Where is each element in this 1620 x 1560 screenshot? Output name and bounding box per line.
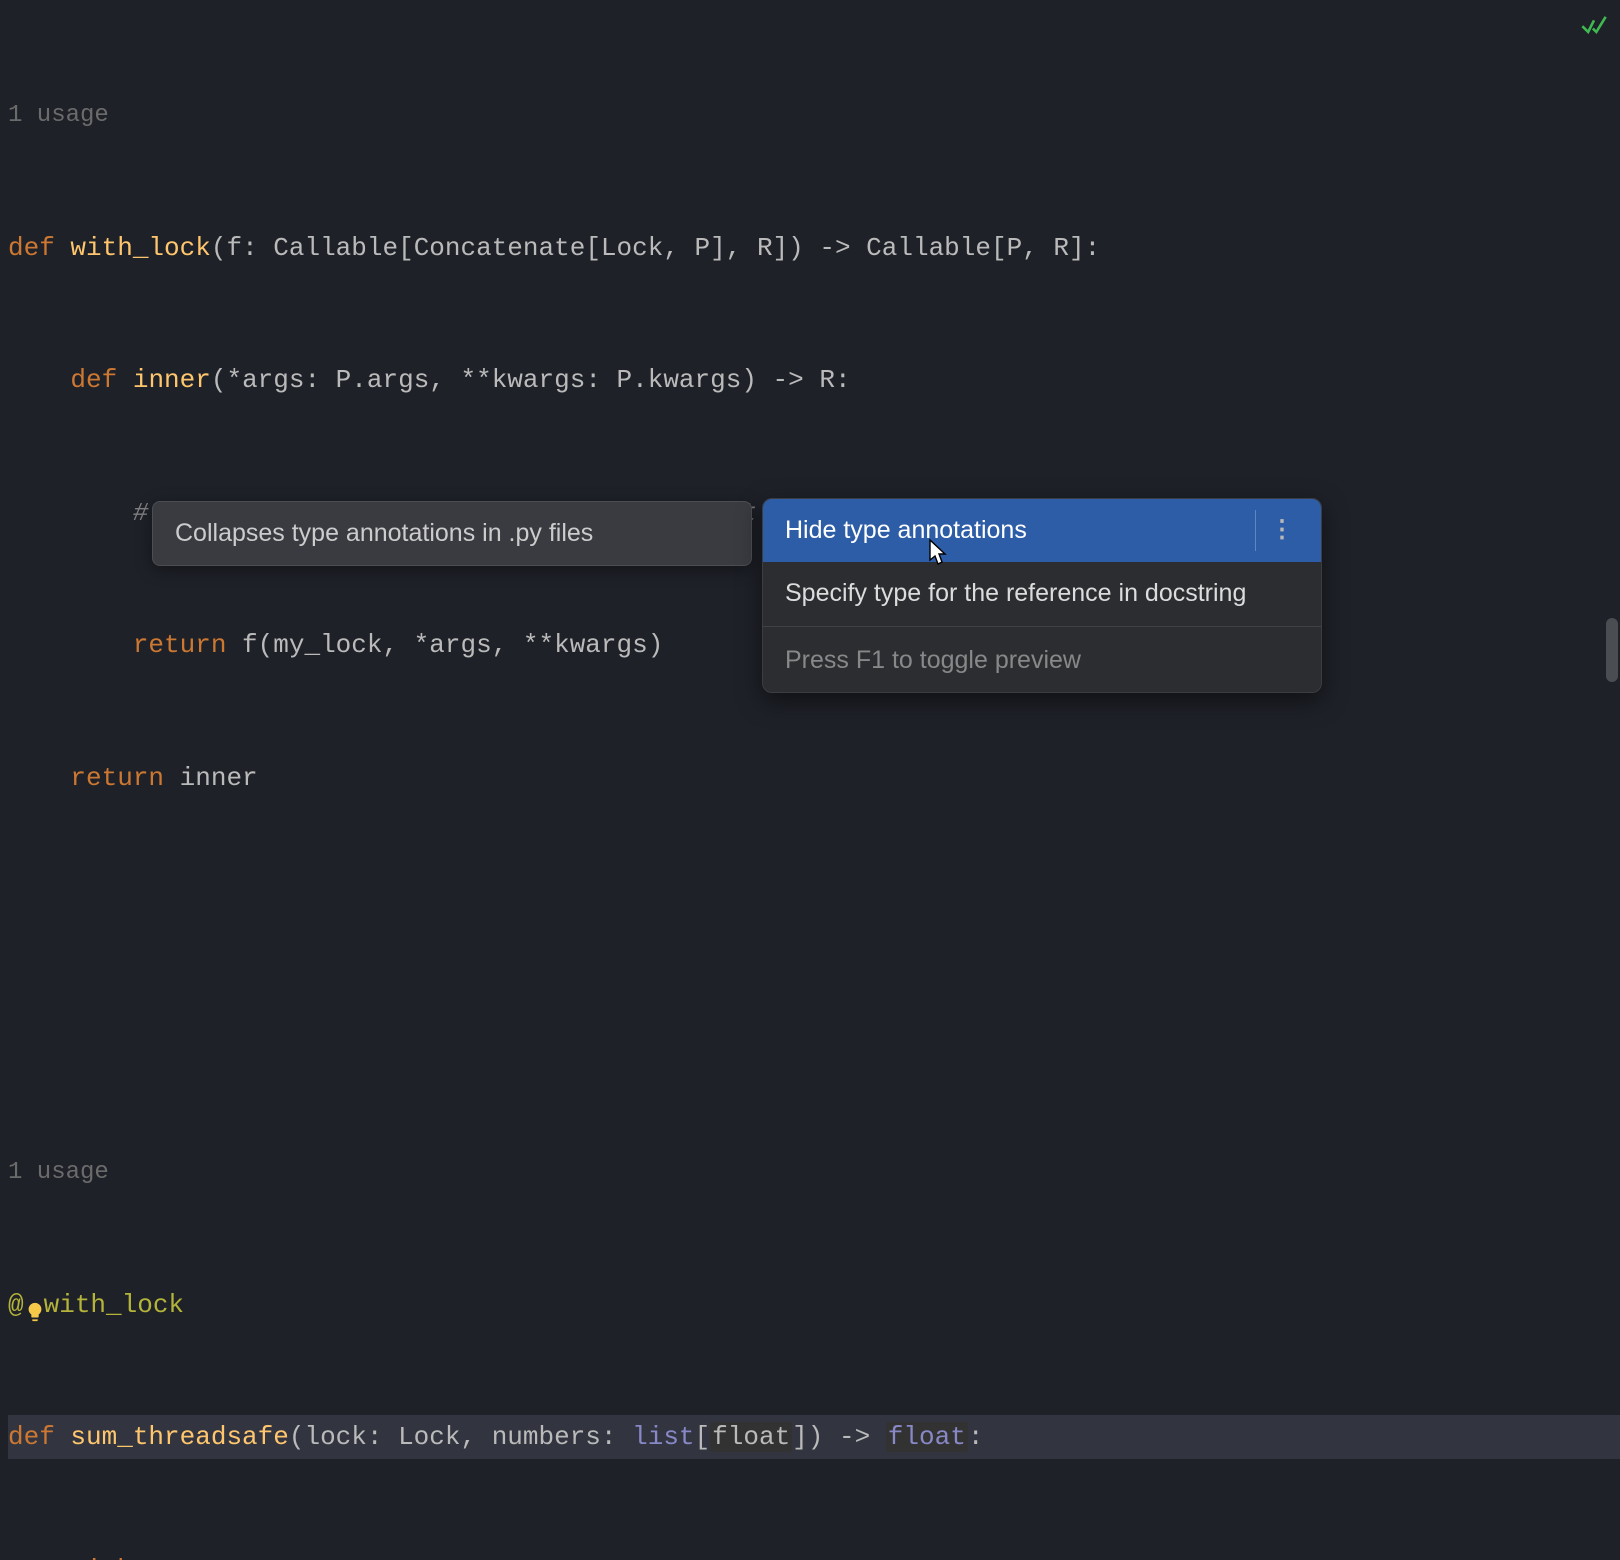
- usage-hint[interactable]: 1 usage: [8, 96, 1620, 137]
- highlighted-type: float: [710, 1422, 792, 1452]
- code-text: (lock: Lock, numbers:: [289, 1422, 632, 1452]
- popup-separator: [763, 626, 1321, 627]
- intention-popup[interactable]: Hide type annotations ⋮ Specify type for…: [762, 498, 1322, 693]
- function-name: with_lock: [70, 233, 210, 263]
- keyword-def: def: [70, 365, 117, 395]
- popup-item-label: Specify type for the reference in docstr…: [785, 572, 1246, 615]
- code-text: (*args: P.args, **kwargs: P.kwargs) -> R…: [211, 365, 851, 395]
- lightbulb-icon[interactable]: [24, 1294, 46, 1316]
- code-text: ]) ->: [792, 1422, 886, 1452]
- popup-footer-text: Press F1 to toggle preview: [785, 646, 1081, 674]
- builtin-type: float: [886, 1422, 968, 1452]
- usage-hint[interactable]: 1 usage: [8, 1153, 1620, 1194]
- popup-item-hide-annotations[interactable]: Hide type annotations ⋮: [763, 499, 1321, 562]
- code-text: inner: [164, 763, 258, 793]
- function-name: inner: [133, 365, 211, 395]
- tooltip-text: Collapses type annotations in .py files: [175, 519, 593, 547]
- ellipsis-icon[interactable]: ⋮: [1255, 510, 1299, 551]
- scrollbar-thumb[interactable]: [1606, 618, 1618, 682]
- decorator-at: @: [8, 1290, 24, 1320]
- code-line-selected[interactable]: def sum_threadsafe(lock: Lock, numbers: …: [8, 1415, 1620, 1459]
- code-text: :: [968, 1422, 984, 1452]
- code-text: f(my_lock, *args, **kwargs): [226, 630, 663, 660]
- code-text: [float: [695, 1422, 793, 1452]
- keyword-with: with: [70, 1555, 132, 1560]
- code-editor[interactable]: 1 usage def with_lock(f: Callable[Concat…: [0, 0, 1620, 1560]
- keyword-return: return: [133, 630, 227, 660]
- popup-item-label: Hide type annotations: [785, 509, 1027, 552]
- decorator-name: with_lock: [44, 1290, 184, 1320]
- function-name: sum_threadsafe: [70, 1422, 288, 1452]
- keyword-return: return: [70, 763, 164, 793]
- code-line[interactable]: def with_lock(f: Callable[Concatenate[Lo…: [8, 226, 1620, 270]
- code-text: (f: Callable[Concatenate[Lock, P], R]) -…: [211, 233, 1100, 263]
- tooltip: Collapses type annotations in .py files: [152, 501, 752, 566]
- keyword-def: def: [8, 233, 55, 263]
- mouse-cursor-icon: [924, 538, 950, 583]
- code-line[interactable]: with: [8, 1548, 1620, 1560]
- code-line[interactable]: return inner: [8, 756, 1620, 800]
- popup-footer: Press F1 to toggle preview: [763, 629, 1321, 692]
- code-line[interactable]: @ with_lock: [8, 1283, 1620, 1327]
- code-line[interactable]: def inner(*args: P.args, **kwargs: P.kwa…: [8, 358, 1620, 402]
- popup-item-specify-type[interactable]: Specify type for the reference in docstr…: [763, 562, 1321, 625]
- blank-line: [8, 888, 1620, 932]
- builtin-type: list: [632, 1422, 694, 1452]
- status-check-icon[interactable]: [1580, 10, 1608, 54]
- blank-line: [8, 1021, 1620, 1065]
- keyword-def: def: [8, 1422, 55, 1452]
